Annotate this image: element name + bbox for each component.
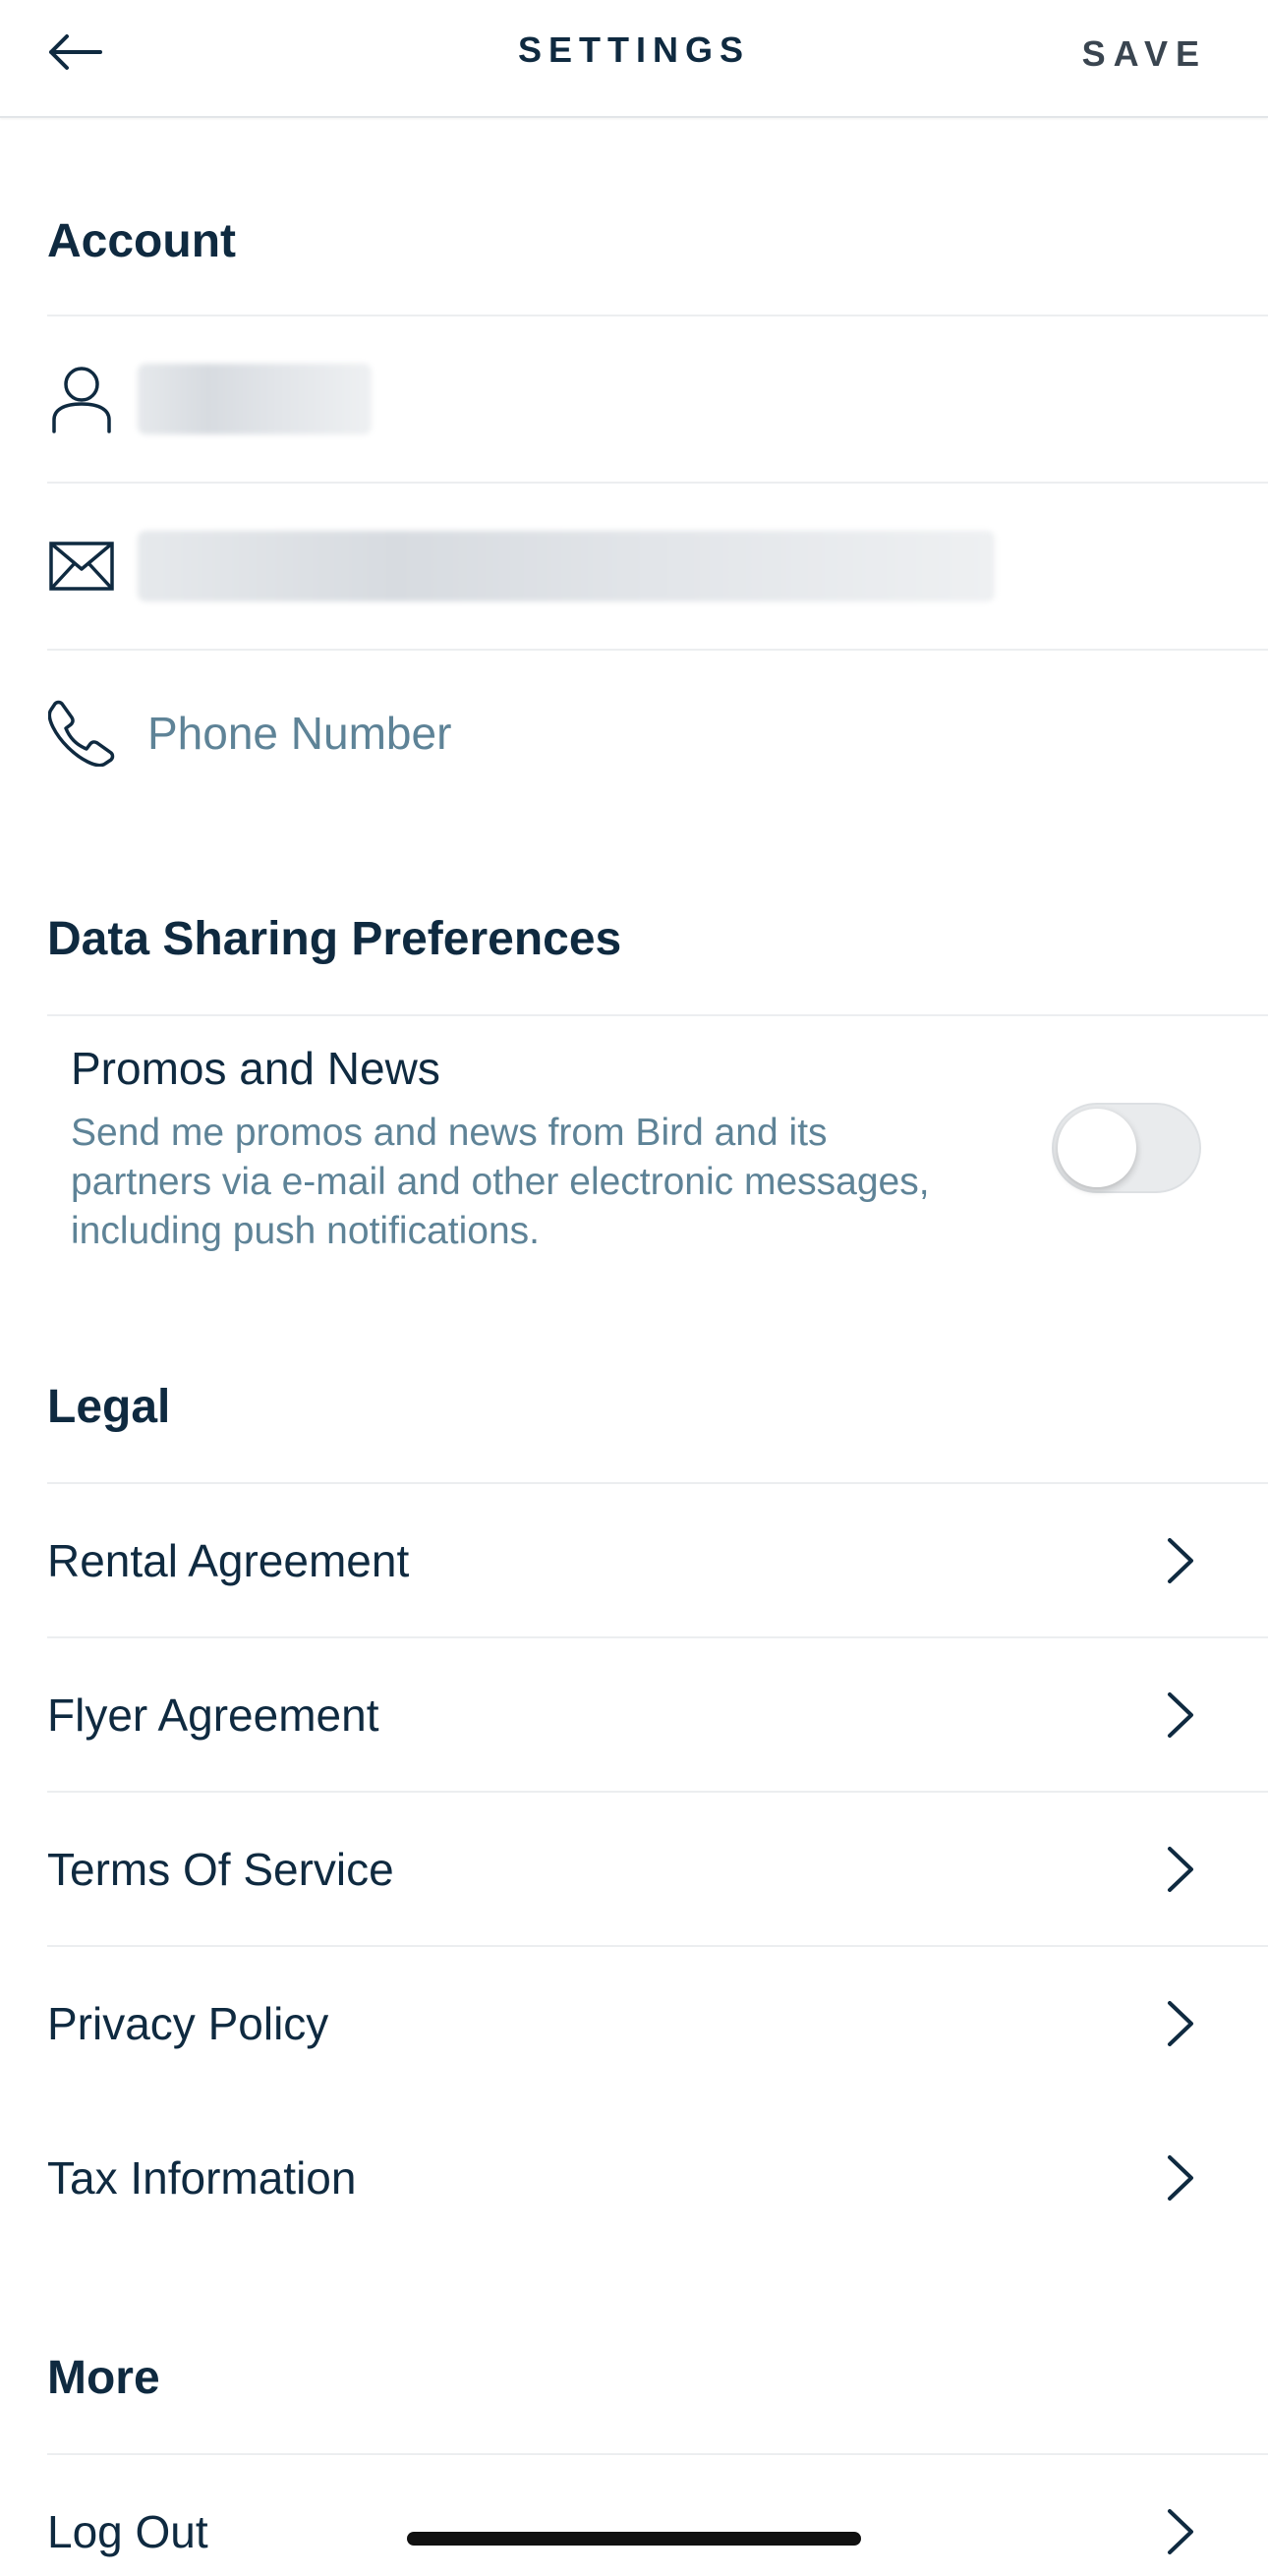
promos-toggle[interactable] bbox=[1052, 1103, 1201, 1193]
log-out-row[interactable]: Log Out bbox=[47, 2455, 1268, 2576]
privacy-policy-row[interactable]: Privacy Policy bbox=[47, 1947, 1268, 2100]
terms-of-service-row[interactable]: Terms Of Service bbox=[47, 1793, 1268, 1946]
link-label: Terms Of Service bbox=[47, 1844, 394, 1895]
settings-screen: SETTINGS SAVE Account Phone Number Data … bbox=[0, 0, 1268, 2576]
chevron-right-icon bbox=[1156, 2148, 1205, 2207]
name-field[interactable] bbox=[47, 316, 1268, 482]
chevron-right-icon bbox=[1156, 2502, 1205, 2561]
header-bar: SETTINGS SAVE bbox=[0, 0, 1268, 118]
email-value-redacted bbox=[138, 531, 995, 601]
divider bbox=[47, 1014, 1268, 1016]
email-field[interactable] bbox=[47, 484, 1268, 649]
chevron-right-icon bbox=[1156, 1531, 1205, 1590]
phone-number-placeholder: Phone Number bbox=[147, 708, 452, 759]
promos-description: Send me promos and news from Bird and it… bbox=[71, 1112, 930, 1252]
rental-agreement-row[interactable]: Rental Agreement bbox=[47, 1484, 1268, 1637]
account-section-title: Account bbox=[47, 215, 236, 267]
user-icon bbox=[47, 365, 116, 433]
toggle-knob bbox=[1058, 1109, 1136, 1187]
link-label: Tax Information bbox=[47, 2152, 357, 2204]
save-button[interactable]: SAVE bbox=[1082, 33, 1207, 75]
flyer-agreement-row[interactable]: Flyer Agreement bbox=[47, 1638, 1268, 1792]
legal-section-title: Legal bbox=[47, 1381, 171, 1433]
link-label: Privacy Policy bbox=[47, 1998, 329, 2049]
name-value-redacted bbox=[138, 364, 372, 434]
page-title: SETTINGS bbox=[517, 29, 751, 70]
promos-title: Promos and News bbox=[71, 1043, 440, 1094]
chevron-right-icon bbox=[1156, 1994, 1205, 2053]
tax-information-row[interactable]: Tax Information bbox=[47, 2101, 1268, 2255]
mail-icon bbox=[47, 532, 116, 601]
link-label: Flyer Agreement bbox=[47, 1689, 379, 1741]
home-indicator[interactable] bbox=[407, 2532, 861, 2546]
data-sharing-section-title: Data Sharing Preferences bbox=[47, 913, 622, 965]
chevron-right-icon bbox=[1156, 1686, 1205, 1745]
more-section-title: More bbox=[47, 2352, 160, 2404]
link-label: Rental Agreement bbox=[47, 1535, 410, 1586]
phone-icon bbox=[47, 699, 116, 768]
phone-field[interactable]: Phone Number bbox=[47, 651, 1268, 816]
chevron-right-icon bbox=[1156, 1840, 1205, 1899]
link-label: Log Out bbox=[47, 2506, 208, 2557]
